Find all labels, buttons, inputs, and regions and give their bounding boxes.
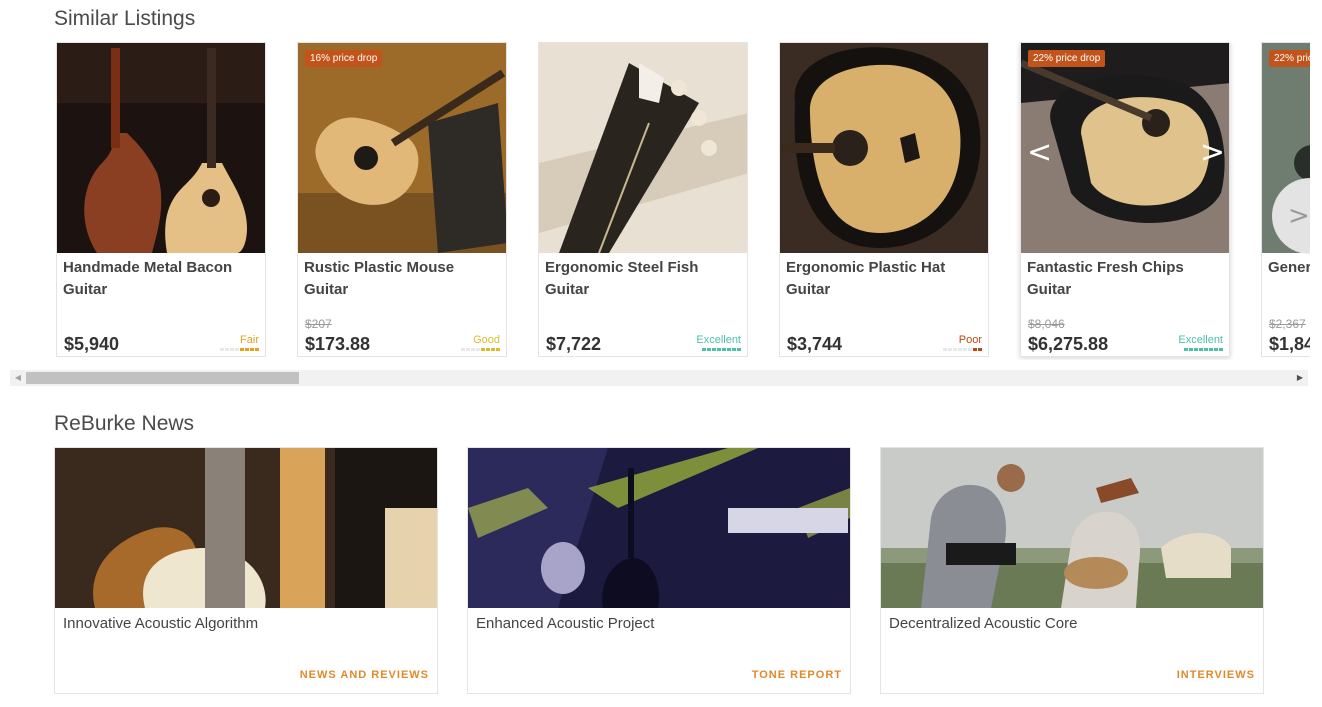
- condition-bar: [696, 348, 741, 351]
- condition-label: Good: [473, 334, 500, 346]
- condition-bar: [461, 348, 500, 351]
- listing-title[interactable]: Ergonomic Steel Fish Guitar: [545, 257, 743, 301]
- listing-card[interactable]: 16% price drop Rustic Plastic Mouse Guit…: [297, 42, 507, 357]
- listing-title[interactable]: Fantastic Fresh Chips Guitar: [1027, 257, 1225, 301]
- news-image[interactable]: [881, 448, 1263, 608]
- listing-price: $1,84: [1269, 334, 1310, 354]
- scrollbar-thumb[interactable]: [26, 372, 299, 384]
- chevron-right-icon[interactable]: >: [1200, 138, 1225, 168]
- listing-title[interactable]: Gener: [1268, 257, 1310, 279]
- listing-title[interactable]: Handmade Metal Bacon Guitar: [63, 257, 261, 301]
- listing-price: $5,940: [64, 334, 120, 354]
- condition-indicator: Good: [461, 334, 500, 351]
- listing-image[interactable]: [57, 43, 265, 253]
- news-title[interactable]: Decentralized Acoustic Core: [889, 615, 1077, 632]
- news-card[interactable]: Enhanced Acoustic Project TONE REPORT: [467, 447, 851, 694]
- chevron-left-icon[interactable]: <: [1027, 138, 1052, 168]
- listing-card[interactable]: Ergonomic Steel Fish Guitar $7,722 Excel…: [538, 42, 748, 357]
- listing-image[interactable]: [539, 43, 747, 253]
- condition-indicator: Excellent: [696, 334, 741, 351]
- listing-image[interactable]: [780, 43, 988, 253]
- condition-indicator: Fair: [220, 334, 259, 351]
- news-image[interactable]: [55, 448, 437, 608]
- listing-price: $3,744: [787, 334, 843, 354]
- listing-old-price: $2,367: [1269, 317, 1306, 331]
- condition-indicator: Excellent: [1178, 334, 1223, 351]
- listing-card[interactable]: 22% price drop < > Fantastic Fresh Chips…: [1020, 42, 1230, 357]
- price-drop-badge: 22% price drop: [1028, 50, 1106, 67]
- scroll-left-arrow-icon[interactable]: ◀: [10, 370, 26, 386]
- condition-label: Excellent: [1178, 334, 1223, 346]
- condition-label: Fair: [240, 334, 259, 346]
- news-image[interactable]: [468, 448, 850, 608]
- condition-label: Poor: [958, 334, 982, 346]
- condition-bar: [1178, 348, 1223, 351]
- listing-price: $173.88: [305, 334, 371, 354]
- listing-price: $6,275.88: [1028, 334, 1109, 354]
- condition-label: Excellent: [696, 334, 741, 346]
- news-title[interactable]: Enhanced Acoustic Project: [476, 615, 654, 632]
- similar-listings-carousel: Handmade Metal Bacon Guitar $5,940 Fair …: [54, 42, 1310, 360]
- news-card[interactable]: Decentralized Acoustic Core INTERVIEWS: [880, 447, 1264, 694]
- scroll-right-arrow-icon[interactable]: ▶: [1292, 370, 1308, 386]
- listing-price: $7,722: [546, 334, 602, 354]
- news-card[interactable]: Innovative Acoustic Algorithm NEWS AND R…: [54, 447, 438, 694]
- price-drop-badge: 22% pric: [1269, 50, 1310, 67]
- news-category[interactable]: TONE REPORT: [752, 669, 842, 681]
- similar-listings-heading: Similar Listings: [54, 7, 196, 30]
- news-heading: ReBurke News: [54, 412, 195, 435]
- listing-image[interactable]: 22% price drop < >: [1021, 43, 1229, 253]
- listing-image[interactable]: 16% price drop: [298, 43, 506, 253]
- news-title[interactable]: Innovative Acoustic Algorithm: [63, 615, 258, 632]
- news-category[interactable]: INTERVIEWS: [1177, 669, 1255, 681]
- horizontal-scrollbar[interactable]: ◀ ▶: [10, 370, 1308, 386]
- listing-card[interactable]: Ergonomic Plastic Hat Guitar $3,744 Poor: [779, 42, 989, 357]
- news-category[interactable]: NEWS AND REVIEWS: [300, 669, 429, 681]
- condition-bar: [943, 348, 982, 351]
- listing-old-price: $8,046: [1028, 317, 1065, 331]
- listing-title[interactable]: Ergonomic Plastic Hat Guitar: [786, 257, 984, 301]
- condition-indicator: Poor: [943, 334, 982, 351]
- condition-bar: [220, 348, 259, 351]
- listing-card[interactable]: Handmade Metal Bacon Guitar $5,940 Fair: [56, 42, 266, 357]
- listing-title[interactable]: Rustic Plastic Mouse Guitar: [304, 257, 502, 301]
- price-drop-badge: 16% price drop: [305, 50, 383, 67]
- listing-old-price: $207: [305, 317, 332, 331]
